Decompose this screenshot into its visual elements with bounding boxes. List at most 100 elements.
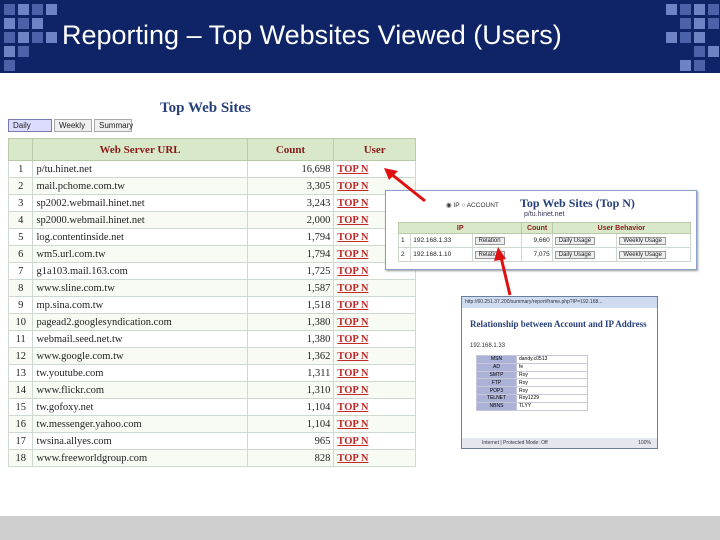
- column-count[interactable]: Count: [246, 138, 335, 161]
- weekly-usage-button[interactable]: Weekly Usage: [619, 236, 666, 245]
- top-n-link[interactable]: TOP N: [333, 330, 416, 348]
- table-row: 6 wm5.url.com.tw 1,794 TOP N: [7, 245, 416, 263]
- table-row: 13 tw.youtube.com 1,311 TOP N: [7, 364, 416, 382]
- slide-title: Reporting – Top Websites Viewed (Users): [62, 20, 562, 50]
- column-user[interactable]: User: [333, 138, 416, 161]
- visit-count: 3,305: [246, 177, 335, 195]
- top-n-link[interactable]: TOP N: [333, 279, 416, 297]
- period-tabs: Daily Weekly Summary: [8, 119, 133, 132]
- visit-count: 1,518: [246, 296, 335, 314]
- column-number: [7, 138, 34, 161]
- ip-address: 192.168.1.10: [413, 251, 452, 258]
- top-n-link[interactable]: TOP N: [333, 313, 416, 331]
- top-n-link[interactable]: TOP N: [333, 398, 416, 416]
- site-url: mail.pchome.com.tw: [32, 177, 248, 195]
- table-row: 18 www.freeworldgroup.com 828 TOP N: [7, 449, 416, 467]
- radio-account[interactable]: ○: [461, 202, 465, 209]
- status-bar: Internet | Protected Mode: Off 100%: [462, 438, 657, 448]
- radio-ip[interactable]: ◉: [446, 202, 452, 209]
- row-number: 1: [7, 160, 34, 178]
- top-n-link[interactable]: TOP N: [333, 415, 416, 433]
- account-row: AD fe: [476, 362, 588, 372]
- account-value: Roy: [516, 370, 588, 380]
- relation-button[interactable]: Relation: [474, 236, 505, 245]
- account-value: Roy1229: [516, 393, 588, 403]
- relationship-heading: Relationship between Account and IP Addr…: [470, 319, 647, 329]
- table-row: 2 192.168.1.10 Relation 7,075 Daily Usage Wee…: [397, 247, 691, 262]
- top-n-link[interactable]: TOP N: [333, 364, 416, 382]
- visit-count: 2,000: [246, 211, 335, 229]
- top-n-link[interactable]: TOP N: [333, 381, 416, 399]
- relationship-ip: 192.168.1.33: [470, 343, 506, 349]
- site-url: webmail.seed.net.tw: [32, 330, 248, 348]
- row-number: 2: [401, 251, 405, 258]
- account-value: dandy.c0513: [516, 355, 588, 364]
- top-n-link[interactable]: TOP N: [333, 296, 416, 314]
- column-ip: IP: [397, 222, 523, 234]
- table-row: 4 sp2000.webmail.hinet.net 2,000 TOP N: [7, 211, 416, 229]
- row-number: 8: [7, 279, 34, 297]
- row-number: 5: [7, 228, 34, 246]
- visit-count: 828: [246, 449, 335, 467]
- zoom-level[interactable]: 100%: [638, 440, 651, 446]
- visit-count: 1,311: [246, 364, 335, 382]
- row-number: 15: [7, 398, 34, 416]
- account-row: MSN dandy.c0513: [476, 355, 588, 364]
- visit-count: 16,698: [246, 160, 335, 178]
- arrow-to-topn: [384, 168, 426, 203]
- table-row: 11 webmail.seed.net.tw 1,380 TOP N: [7, 330, 416, 348]
- top-n-link[interactable]: TOP N: [333, 432, 416, 450]
- column-count: Count: [521, 222, 553, 234]
- tab-summary[interactable]: Summary: [94, 119, 133, 132]
- row-number: 10: [7, 313, 34, 331]
- daily-usage-button[interactable]: Daily Usage: [554, 236, 596, 245]
- visit-count: 1,380: [246, 313, 335, 331]
- site-url: wm5.url.com.tw: [32, 245, 248, 263]
- protocol-label: SMTP: [476, 370, 517, 380]
- table-row: 3 sp2002.webmail.hinet.net 3,243 TOP N: [7, 194, 416, 212]
- row-number: 3: [7, 194, 34, 212]
- site-url: sp2000.webmail.hinet.net: [32, 211, 248, 229]
- visit-count-cell: 7,075: [521, 247, 553, 262]
- visit-count: 1,104: [246, 415, 335, 433]
- site-url: www.google.com.tw: [32, 347, 248, 365]
- popup-heading: Top Web Sites (Top N): [520, 196, 635, 210]
- daily-usage-button[interactable]: Daily Usage: [554, 250, 596, 259]
- table-row: 7 g1a103.mail.163.com 1,725 TOP N: [7, 262, 416, 280]
- top-n-link[interactable]: TOP N: [333, 347, 416, 365]
- site-url: mp.sina.com.tw: [32, 296, 248, 314]
- account-row: SMTP Roy: [476, 370, 588, 380]
- table-row: 14 www.flickr.com 1,310 TOP N: [7, 381, 416, 399]
- protocol-label: AD: [476, 362, 517, 372]
- title-banner: Reporting – Top Websites Viewed (Users): [0, 0, 720, 73]
- view-mode-radios: ◉ IP ○ ACCOUNT: [446, 201, 499, 209]
- protocol-label: NBNS: [476, 401, 517, 411]
- top-n-link[interactable]: TOP N: [333, 449, 416, 467]
- visit-count: 1,310: [246, 381, 335, 399]
- visit-count: 1,587: [246, 279, 335, 297]
- weekly-usage-button[interactable]: Weekly Usage: [619, 250, 666, 259]
- table-row: 1 192.168.1.33 Relation 9,660 Daily Usage Wee…: [397, 233, 691, 248]
- protocol-label: POP3: [476, 386, 517, 395]
- tab-weekly[interactable]: Weekly: [54, 119, 92, 132]
- site-url: www.flickr.com: [32, 381, 248, 399]
- protocol-label: MSN: [476, 355, 517, 364]
- visit-count-cell: 9,660: [521, 233, 553, 248]
- visit-count: 9,660: [533, 237, 550, 244]
- column-url[interactable]: Web Server URL: [32, 138, 248, 161]
- site-url: pagead2.googlesyndication.com: [32, 313, 248, 331]
- account-table: MSN dandy.c0513 AD fe SMTP Roy FTP Roy POP3 Roy TE…: [476, 355, 588, 411]
- daily-usage-button-cell: Daily Usage: [551, 247, 618, 262]
- account-value: TLYY: [516, 401, 588, 411]
- site-url: www.freeworldgroup.com: [32, 449, 248, 467]
- row-number: 7: [7, 262, 34, 280]
- protocol-label: FTP: [476, 378, 517, 388]
- daily-usage-button-cell: Daily Usage: [551, 233, 618, 248]
- weekly-usage-button-cell: Weekly Usage: [616, 247, 691, 262]
- radio-ip-label: IP: [453, 202, 460, 209]
- table-row: 17 twsina.allyes.com 965 TOP N: [7, 432, 416, 450]
- account-value: Roy: [516, 378, 588, 388]
- tab-daily[interactable]: Daily: [8, 119, 52, 132]
- row-number: 12: [7, 347, 34, 365]
- arrow-to-relation: [494, 247, 512, 296]
